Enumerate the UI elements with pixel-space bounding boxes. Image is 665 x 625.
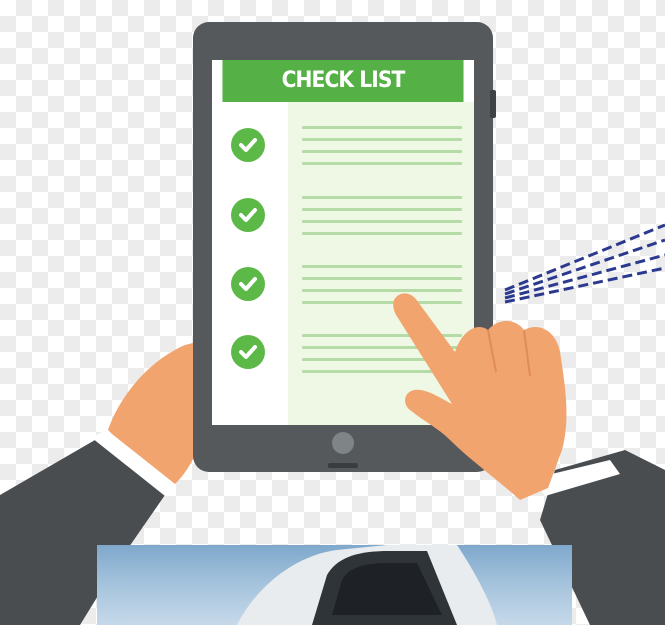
dashed-pointer-lines [504,223,665,304]
illustration-scene: CHECK LIST [0,0,665,625]
truck-photo [97,545,572,625]
truck-cab-shape [237,545,497,625]
